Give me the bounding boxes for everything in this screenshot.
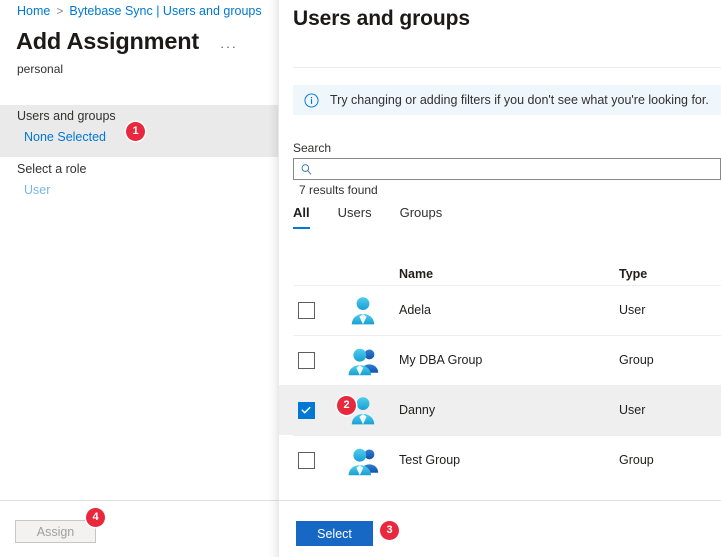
row-divider — [293, 435, 721, 436]
step-badge-4: 4 — [86, 508, 105, 527]
row-checkbox-cell[interactable] — [279, 351, 333, 369]
select-button[interactable]: Select — [296, 521, 373, 546]
row-type: User — [619, 403, 646, 417]
users-and-groups-panel: Users and groups Try changing or adding … — [279, 0, 721, 557]
info-icon — [304, 92, 319, 108]
search-input[interactable] — [318, 160, 698, 178]
page-title: Add Assignment — [16, 28, 200, 54]
row-name: Test Group — [399, 453, 461, 467]
table-row[interactable]: Adela User — [279, 285, 721, 335]
table-row[interactable]: Test Group Group — [279, 435, 721, 485]
group-avatar-icon — [333, 344, 399, 376]
row-checkbox[interactable] — [297, 301, 315, 319]
panel-title: Users and groups — [293, 7, 470, 30]
row-checkbox-cell[interactable] — [279, 401, 333, 419]
tab-groups[interactable]: Groups — [400, 205, 443, 229]
assign-button[interactable]: Assign — [15, 520, 96, 543]
search-icon — [300, 163, 313, 176]
row-type: User — [619, 303, 646, 317]
info-banner-text: Try changing or adding filters if you do… — [330, 93, 709, 107]
table-row[interactable]: My DBA Group Group — [279, 335, 721, 385]
search-box[interactable] — [293, 158, 721, 180]
row-name: My DBA Group — [399, 353, 483, 367]
row-checkbox-cell[interactable] — [279, 301, 333, 319]
field-label-users-and-groups: Users and groups — [17, 109, 116, 123]
results-count: 7 results found — [299, 183, 378, 197]
user-avatar-icon — [333, 294, 399, 326]
screenshot-root: Home > Bytebase Sync | Users and groups Ad… — [0, 0, 721, 557]
filter-tabs: All Users Groups — [293, 205, 470, 229]
field-value-role-user[interactable]: User — [24, 183, 50, 197]
row-checkbox[interactable] — [297, 401, 315, 419]
breadcrumb-item-current[interactable]: Bytebase Sync | Users and groups — [69, 4, 261, 18]
results-table: Name Type Adela User My DBA Group Group … — [279, 262, 721, 485]
table-header-row: Name Type — [279, 262, 721, 285]
row-type: Group — [619, 453, 654, 467]
page-subtitle: personal — [17, 62, 64, 76]
info-banner: Try changing or adding filters if you do… — [293, 85, 721, 115]
field-select-a-role[interactable]: Select a role User — [0, 158, 278, 208]
field-label-select-a-role: Select a role — [17, 162, 87, 176]
column-header-type: Type — [619, 266, 648, 281]
row-type: Group — [619, 353, 654, 367]
row-name: Danny — [399, 403, 436, 417]
field-value-none-selected[interactable]: None Selected — [24, 130, 106, 144]
row-checkbox-cell[interactable] — [279, 451, 333, 469]
search-label: Search — [293, 141, 332, 155]
step-badge-3: 3 — [380, 521, 399, 540]
row-checkbox[interactable] — [297, 451, 315, 469]
group-avatar-icon — [333, 444, 399, 476]
step-badge-2: 2 — [337, 396, 356, 415]
breadcrumb-separator: > — [56, 4, 64, 18]
more-options-icon[interactable]: ··· — [220, 38, 238, 56]
add-assignment-blade: Home > Bytebase Sync | Users and groups Ad… — [0, 0, 278, 557]
blade-footer-divider — [0, 500, 278, 501]
panel-header-divider — [293, 67, 721, 68]
row-name: Adela — [399, 303, 431, 317]
tab-all[interactable]: All — [293, 205, 310, 229]
tab-users[interactable]: Users — [338, 205, 372, 229]
row-divider — [293, 335, 721, 336]
breadcrumb: Home > Bytebase Sync | Users and groups — [17, 4, 262, 18]
breadcrumb-item-home[interactable]: Home — [17, 4, 50, 18]
row-divider — [293, 285, 721, 286]
row-divider — [293, 385, 721, 386]
row-checkbox[interactable] — [297, 351, 315, 369]
panel-footer-divider — [279, 500, 721, 501]
step-badge-1: 1 — [126, 122, 145, 141]
column-header-name: Name — [399, 266, 434, 281]
